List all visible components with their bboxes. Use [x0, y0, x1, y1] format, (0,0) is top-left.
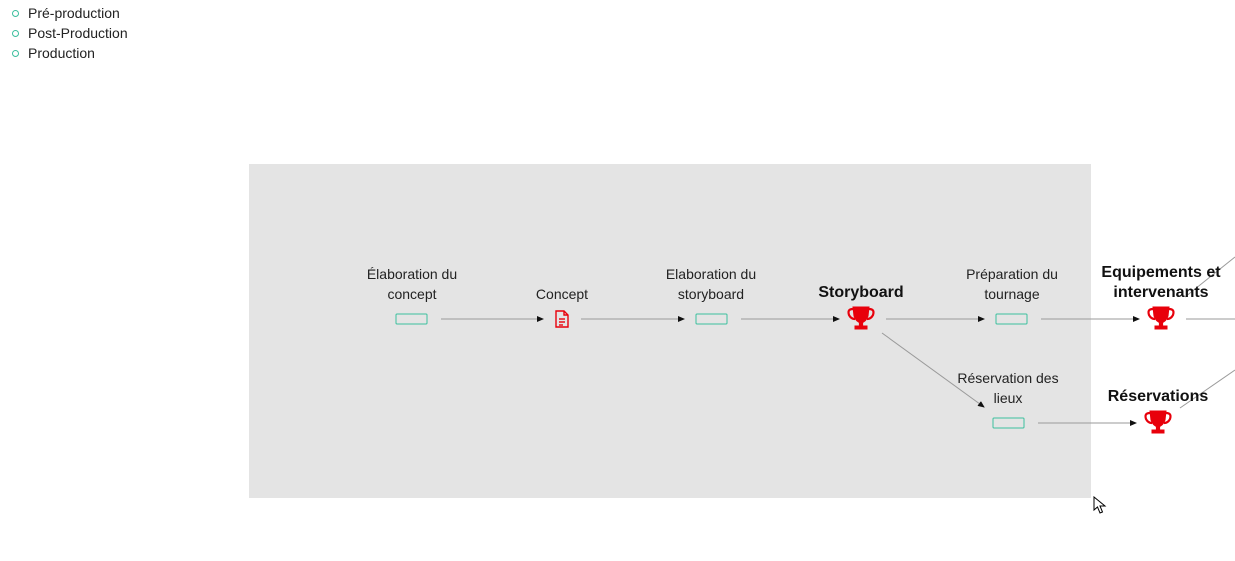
node-label-preparation-tournage: Préparation du tournage — [966, 266, 1058, 302]
node-label-elaboration-concept: Élaboration du concept — [366, 266, 458, 302]
mouse-pointer-icon — [1093, 496, 1107, 514]
task-box-reservation-lieux[interactable] — [992, 417, 1025, 429]
node-label-reservation-lieux: Réservation des lieux — [957, 370, 1059, 406]
task-box-elaboration-concept[interactable] — [395, 313, 428, 325]
trophy-icon[interactable] — [1147, 305, 1175, 331]
task-box-elaboration-storyboard[interactable] — [695, 313, 728, 325]
node-label-elaboration-storyboard: Elaboration du storyboard — [665, 266, 757, 302]
node-label-equipements: Equipements et intervenants — [1101, 264, 1221, 301]
task-box-preparation-tournage[interactable] — [995, 313, 1028, 325]
trophy-icon[interactable] — [847, 305, 875, 331]
trophy-icon[interactable] — [1144, 409, 1172, 435]
node-label-concept: Concept — [535, 286, 589, 302]
document-icon[interactable] — [555, 310, 569, 328]
node-label-reservations: Réservations — [1107, 388, 1209, 405]
node-label-storyboard: Storyboard — [818, 284, 904, 301]
